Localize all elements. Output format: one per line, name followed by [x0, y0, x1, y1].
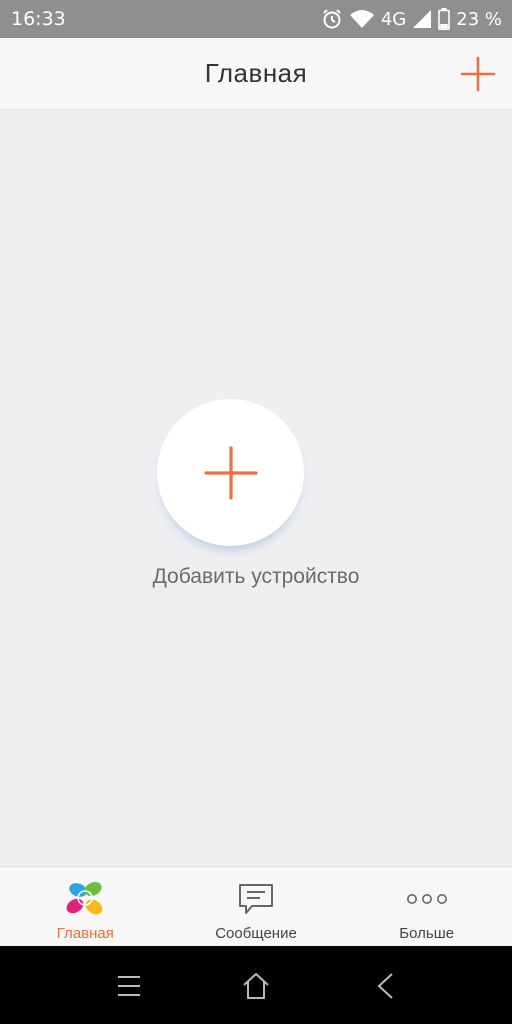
battery-percent: 23 % — [456, 8, 502, 30]
bottom-tab-bar: Главная Сообщение Больше — [0, 866, 512, 947]
add-device-header-button[interactable] — [460, 56, 496, 92]
add-device-label: Добавить устройство — [152, 565, 360, 588]
tab-home-label: Главная — [56, 925, 114, 942]
status-bar: 16:33 4G 23 % — [0, 0, 512, 38]
wifi-icon — [349, 9, 375, 29]
app-header: Главная — [0, 38, 512, 110]
add-device-button[interactable] — [157, 399, 304, 546]
back-icon — [377, 973, 393, 999]
plus-icon — [203, 445, 258, 500]
tab-messages[interactable]: Сообщение — [171, 867, 342, 947]
status-icons: 4G 23 % — [321, 8, 502, 30]
menu-button[interactable] — [113, 970, 145, 1002]
tab-more[interactable]: Больше — [341, 867, 512, 947]
system-nav-bar — [0, 946, 512, 1024]
tab-more-label: Больше — [399, 925, 455, 942]
back-button[interactable] — [370, 970, 402, 1002]
tab-home[interactable]: Главная — [0, 867, 171, 947]
network-type: 4G — [380, 8, 407, 30]
message-icon — [238, 881, 274, 917]
battery-icon — [438, 8, 451, 30]
tab-messages-label: Сообщение — [215, 925, 297, 942]
home-icon — [243, 973, 269, 999]
plus-icon — [460, 56, 496, 92]
status-time: 16:33 — [11, 8, 66, 30]
signal-icon — [412, 9, 432, 29]
more-dots-icon — [406, 881, 448, 917]
page-title: Главная — [204, 58, 308, 88]
main-content: Добавить устройство — [0, 110, 512, 866]
alarm-icon — [321, 8, 343, 30]
menu-icon — [118, 976, 140, 996]
home-button[interactable] — [240, 970, 272, 1002]
ezviz-logo-icon — [63, 881, 107, 917]
